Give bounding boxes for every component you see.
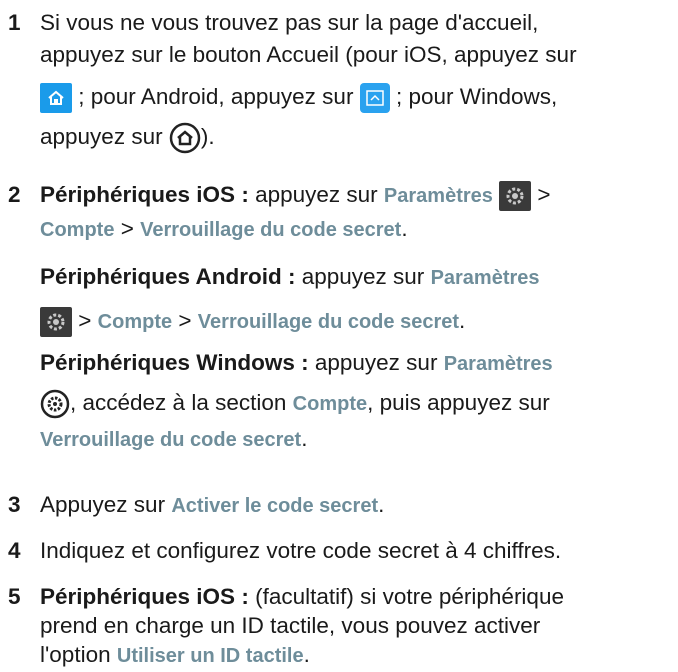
step-1: 1 Si vous ne vous trouvez pas sur la pag…: [8, 10, 668, 160]
punct: .: [401, 216, 408, 241]
step-text-line: Appuyez sur Activer le code secret.: [40, 492, 384, 519]
step-text: ; pour Android, appuyez sur: [78, 84, 354, 109]
step-text-line: Périphériques iOS : (facultatif) si votr…: [40, 584, 564, 610]
lock-link: Verrouillage du code secret: [40, 429, 302, 451]
step-text: appuyez sur: [255, 182, 378, 207]
step-text-line: appuyez sur ).: [40, 120, 215, 154]
step-2: 2 Périphériques iOS : appuyez sur Paramè…: [8, 172, 668, 451]
step-text-line: ; pour Android, appuyez sur ; pour Windo…: [40, 80, 557, 114]
step-text-line: Périphériques iOS : appuyez sur Paramètr…: [40, 178, 551, 213]
step-text: l'option: [40, 642, 111, 667]
step-text: Appuyez sur: [40, 492, 166, 517]
activate-link: Activer le code secret: [171, 495, 379, 517]
step-number: 5: [8, 584, 21, 609]
device-label: Périphériques Windows :: [40, 350, 309, 375]
step-text: appuyez sur le bouton Accueil (pour iOS,…: [40, 42, 577, 67]
step-text: appuyez sur: [314, 350, 438, 375]
windows-gear-icon: [40, 389, 70, 419]
gear-icon: [499, 181, 532, 212]
step-text: (facultatif) si votre périphérique: [255, 584, 564, 609]
punct: .: [459, 308, 466, 333]
step-text-line: Périphériques Windows : appuyez sur Para…: [40, 350, 553, 377]
step-text: ).: [200, 124, 215, 149]
windows-home-icon: [169, 122, 201, 154]
device-label: Périphériques iOS :: [40, 584, 249, 609]
step-text-line: Périphériques Android : appuyez sur Para…: [40, 264, 540, 291]
account-link: Compte: [97, 311, 173, 333]
lock-link: Verrouillage du code secret: [197, 311, 460, 333]
step-number: 1: [8, 10, 21, 35]
step-5: 5 Périphériques iOS : (facultatif) si vo…: [8, 584, 668, 672]
step-text-line: > Compte > Verrouillage du code secret.: [40, 304, 465, 339]
step-number: 3: [8, 492, 21, 517]
lock-link: Verrouillage du code secret: [140, 219, 402, 241]
gear-icon: [40, 307, 72, 338]
step-text-line: Verrouillage du code secret.: [40, 426, 307, 453]
punct: .: [301, 426, 308, 451]
settings-link: Paramètres: [443, 353, 553, 375]
punct: .: [378, 492, 385, 517]
touchid-link: Utiliser un ID tactile: [116, 645, 304, 667]
separator: >: [78, 308, 92, 333]
settings-link: Paramètres: [430, 267, 540, 289]
step-4: 4 Indiquez et configurez votre code secr…: [8, 538, 668, 568]
punct: .: [303, 642, 310, 667]
device-label: Périphériques iOS :: [40, 182, 249, 207]
step-text-line: , accédez à la section Compte, puis appu…: [40, 386, 550, 421]
step-text-line: Compte > Verrouillage du code secret.: [40, 216, 408, 243]
android-home-icon: [359, 83, 390, 114]
step-text: ; pour Windows,: [395, 84, 558, 109]
step-text: appuyez sur: [301, 264, 425, 289]
account-link: Compte: [40, 219, 115, 241]
step-text: , accédez à la section: [70, 390, 287, 415]
separator: >: [178, 308, 192, 333]
step-text: , puis appuyez sur: [367, 390, 550, 415]
device-label: Périphériques Android :: [40, 264, 296, 289]
step-text: prend en charge un ID tactile, vous pouv…: [40, 613, 541, 638]
step-3: 3 Appuyez sur Activer le code secret.: [8, 492, 668, 522]
account-link: Compte: [292, 393, 368, 415]
step-text-line: l'option Utiliser un ID tactile.: [40, 642, 310, 669]
separator: >: [537, 182, 551, 207]
step-number: 2: [8, 182, 21, 207]
home-icon: [40, 83, 72, 114]
step-text: appuyez sur: [40, 124, 163, 149]
step-text: Indiquez et configurez votre code secret…: [40, 538, 562, 563]
settings-link: Paramètres: [383, 185, 493, 207]
step-text: Si vous ne vous trouvez pas sur la page …: [40, 10, 539, 35]
step-number: 4: [8, 538, 21, 563]
separator: >: [120, 216, 134, 241]
